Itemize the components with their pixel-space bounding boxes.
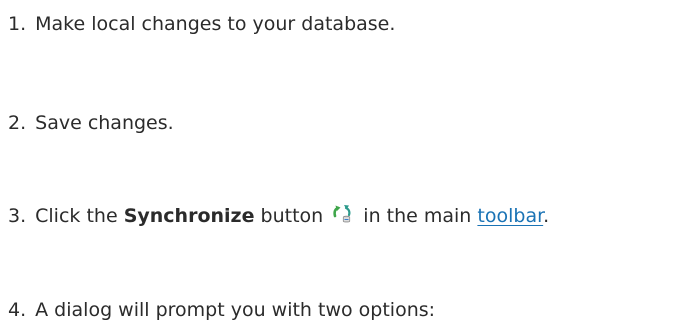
step-number: 2. <box>8 112 27 134</box>
step-text-after: in the main <box>363 205 472 227</box>
step-number: 3. <box>8 205 27 227</box>
step-2: 2. Save changes. <box>8 110 174 136</box>
step-text: Make local changes to your database. <box>35 13 396 35</box>
synchronize-label: Synchronize <box>123 205 255 227</box>
step-text-end: . <box>543 205 550 227</box>
step-text-middle: button <box>260 205 324 227</box>
step-4: 4. A dialog will prompt you with two opti… <box>8 297 435 323</box>
step-number: 1. <box>8 13 27 35</box>
instruction-list: 1. Make local changes to your database. 2… <box>0 0 698 324</box>
step-3: 3. Click the Synchronize button in the ma… <box>8 203 549 229</box>
step-text: Save changes. <box>35 112 174 134</box>
toolbar-link[interactable]: toolbar <box>477 205 543 227</box>
step-text-before: Click the <box>35 205 118 227</box>
step-1: 1. Make local changes to your database. <box>8 11 395 37</box>
synchronize-icon <box>331 204 353 224</box>
step-number: 4. <box>8 299 27 321</box>
step-text: A dialog will prompt you with two option… <box>35 299 436 321</box>
